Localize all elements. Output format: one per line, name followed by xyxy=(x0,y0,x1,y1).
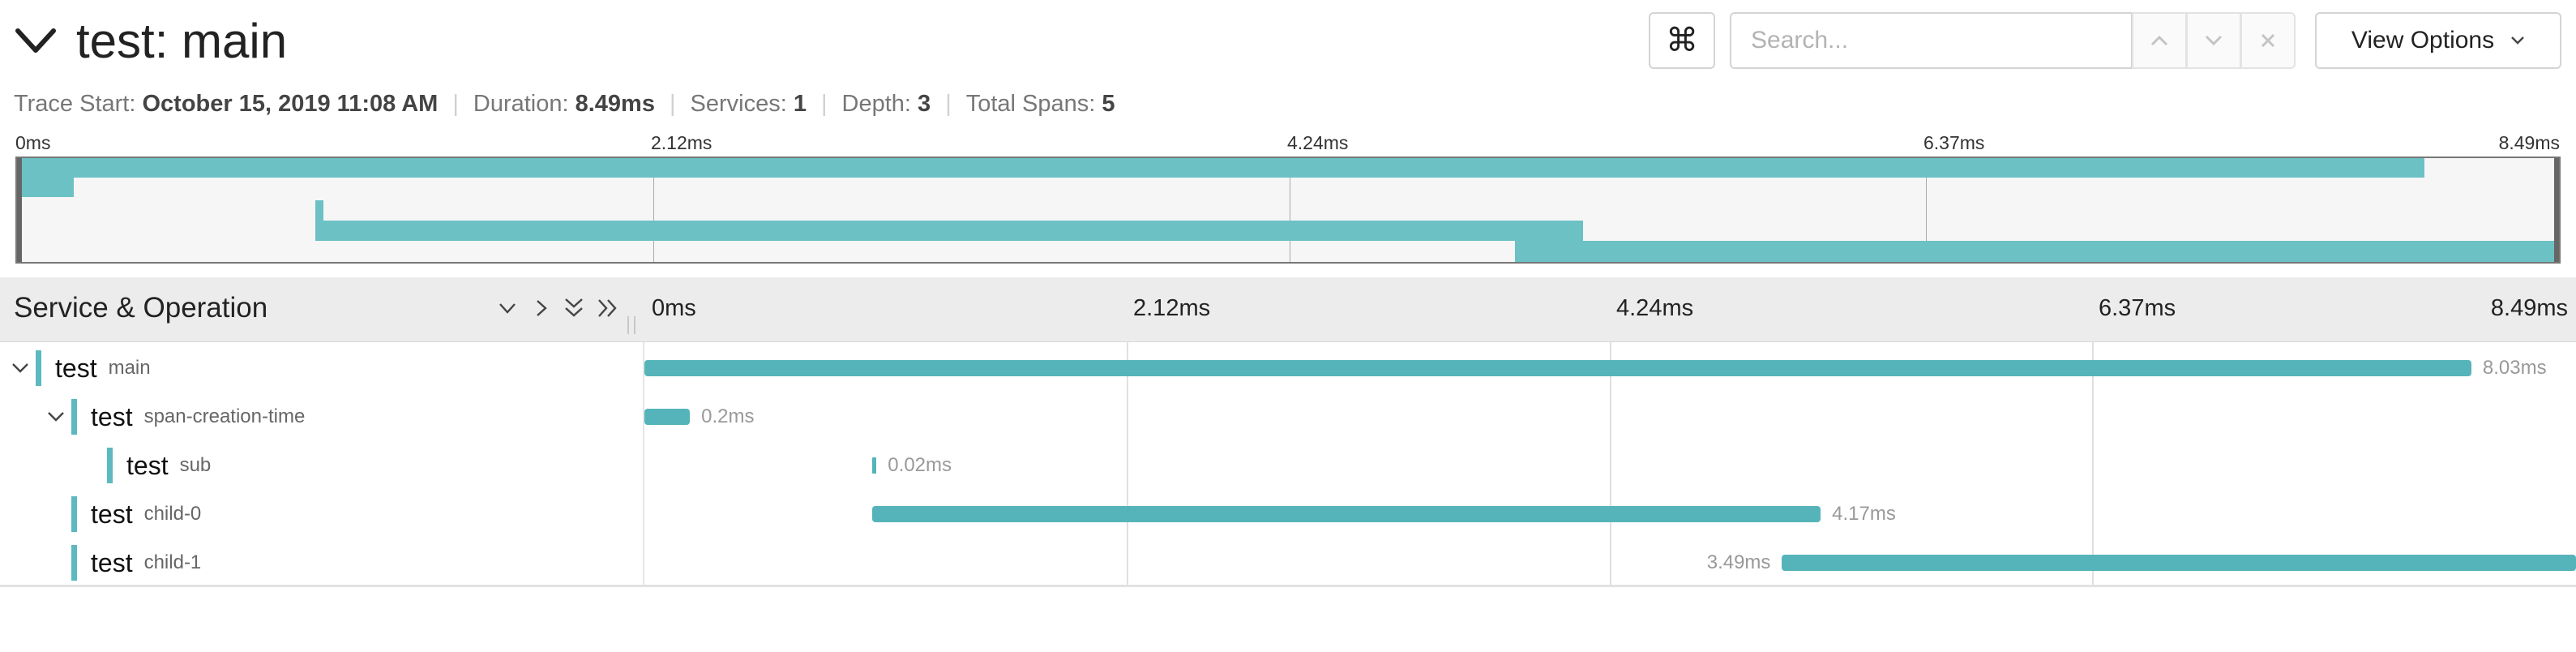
close-icon xyxy=(2261,33,2275,48)
double-chevron-down-icon xyxy=(565,298,583,317)
minimap-tick: 8.49ms xyxy=(2498,132,2560,153)
service-name: test xyxy=(55,353,97,383)
trace-minimap[interactable] xyxy=(15,157,2561,264)
minimap-tick: 6.37ms xyxy=(1923,132,1985,153)
view-options-dropdown[interactable]: View Options xyxy=(2315,12,2561,69)
duration-value: 8.49ms xyxy=(575,90,655,117)
minimap-start-handle[interactable] xyxy=(17,158,22,262)
timeline-tick: 0ms xyxy=(652,295,696,321)
timeline-tick: 6.37ms xyxy=(2099,295,2176,321)
span-name[interactable]: test span-creation-time xyxy=(91,401,305,433)
span-name[interactable]: test sub xyxy=(126,449,211,482)
chevron-down-icon[interactable] xyxy=(13,18,58,63)
separator: | xyxy=(669,90,676,117)
minimap-span xyxy=(1515,241,2559,262)
minimap-span xyxy=(315,200,323,221)
span-duration-label: 0.2ms xyxy=(701,405,755,427)
page-title: test: main xyxy=(76,13,288,68)
expand-all-button[interactable] xyxy=(593,292,623,324)
operation-name: span-creation-time xyxy=(143,405,306,427)
service-color-marker xyxy=(71,399,77,435)
prev-result-button[interactable] xyxy=(2132,12,2187,69)
minimap-span xyxy=(315,221,1583,241)
separator: | xyxy=(945,90,952,117)
span-row[interactable] xyxy=(0,441,2576,490)
service-name: test xyxy=(91,499,133,529)
timeline-header xyxy=(0,277,2576,342)
service-name: test xyxy=(126,450,169,480)
services-value: 1 xyxy=(793,90,807,117)
span-duration-label: 4.17ms xyxy=(1832,503,1896,525)
service-color-marker xyxy=(107,448,113,483)
duration-label: Duration: xyxy=(473,90,569,117)
chevron-down-icon xyxy=(2205,35,2223,46)
service-name: test xyxy=(91,401,133,431)
separator: | xyxy=(820,90,828,117)
chevron-right-icon xyxy=(537,300,547,316)
depth-value: 3 xyxy=(918,90,931,117)
chevron-up-icon xyxy=(2150,35,2168,46)
minimap-span xyxy=(17,158,2424,178)
span-name[interactable]: test child-0 xyxy=(91,498,201,530)
operation-name: main xyxy=(108,357,151,379)
command-key-icon: ⌘ xyxy=(1666,23,1698,58)
double-chevron-right-icon xyxy=(598,299,617,317)
operation-name: child-1 xyxy=(143,551,202,573)
span-bar[interactable] xyxy=(871,506,1821,522)
trace-start-value: October 15, 2019 11:08 AM xyxy=(142,90,439,117)
search-input[interactable] xyxy=(1731,14,2131,67)
span-duration-label: 3.49ms xyxy=(1706,551,1771,573)
minimap-span xyxy=(17,178,74,197)
span-bar[interactable] xyxy=(1782,555,2576,571)
total-spans-label: Total Spans: xyxy=(965,90,1096,117)
expand-one-button[interactable] xyxy=(527,292,556,324)
span-toggle-chevron-down-icon[interactable] xyxy=(8,356,32,380)
chevron-down-icon xyxy=(2511,36,2524,45)
service-operation-header: Service & Operation xyxy=(14,292,268,324)
span-duration-label: 8.03ms xyxy=(2482,357,2547,379)
trace-start-label: Trace Start: xyxy=(14,90,136,117)
service-color-marker xyxy=(36,350,41,386)
timeline-tick: 2.12ms xyxy=(1133,295,1211,321)
clear-search-button[interactable] xyxy=(2240,12,2296,69)
operation-name: child-0 xyxy=(143,503,202,525)
total-spans-value: 5 xyxy=(1102,90,1115,117)
timeline-tick: 4.24ms xyxy=(1616,295,1694,321)
span-name[interactable]: test child-1 xyxy=(91,547,201,579)
span-bar[interactable] xyxy=(644,409,691,425)
collapse-all-button[interactable] xyxy=(559,292,588,324)
operation-name: sub xyxy=(179,454,212,476)
minimap-tick: 0ms xyxy=(15,132,51,153)
service-name: test xyxy=(91,547,133,577)
next-result-button[interactable] xyxy=(2186,12,2241,69)
timeline-tick: 8.49ms xyxy=(2490,295,2568,321)
service-color-marker xyxy=(71,545,77,581)
span-row[interactable] xyxy=(0,392,2576,441)
search-box xyxy=(1730,12,2133,69)
service-color-marker xyxy=(71,496,77,532)
keyboard-shortcuts-button[interactable]: ⌘ xyxy=(1649,12,1715,69)
collapse-one-button[interactable] xyxy=(493,292,522,324)
view-options-label: View Options xyxy=(2351,27,2495,54)
services-label: Services: xyxy=(690,90,787,117)
span-duration-label: 0.02ms xyxy=(888,454,952,476)
minimap-end-handle[interactable] xyxy=(2554,158,2559,262)
chevron-down-icon xyxy=(499,303,516,314)
separator: | xyxy=(452,90,459,117)
trace-summary: Trace Start: October 15, 2019 11:08 AM |… xyxy=(14,88,1115,120)
span-toggle-chevron-down-icon[interactable] xyxy=(44,405,68,429)
trace-title-row: test: main xyxy=(13,6,287,75)
span-bar[interactable] xyxy=(871,457,877,474)
minimap-tick: 4.24ms xyxy=(1287,132,1349,153)
column-resizer[interactable] xyxy=(627,316,635,334)
span-name[interactable]: test main xyxy=(55,352,151,384)
depth-label: Depth: xyxy=(841,90,911,117)
minimap-tick: 2.12ms xyxy=(651,132,712,153)
span-bar[interactable] xyxy=(644,360,2471,376)
